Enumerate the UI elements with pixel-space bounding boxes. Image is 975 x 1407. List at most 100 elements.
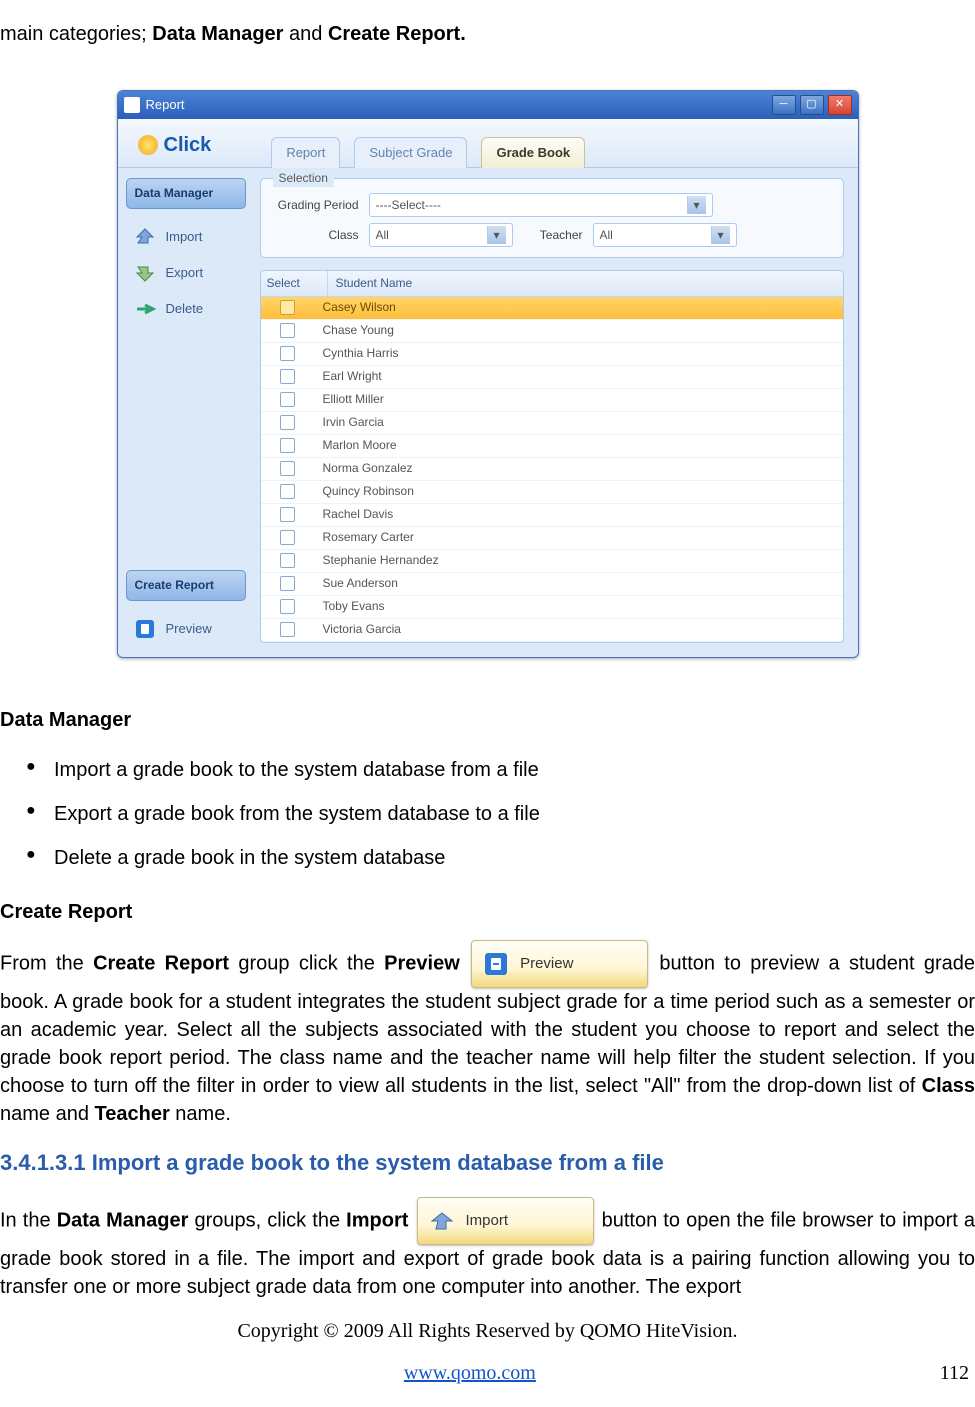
sidebar-item-import[interactable]: Import bbox=[126, 219, 246, 255]
teacher-select[interactable]: All ▾ bbox=[593, 223, 737, 247]
table-row[interactable]: Irvin Garcia bbox=[261, 412, 843, 435]
sidebar-item-preview[interactable]: Preview bbox=[126, 611, 246, 647]
app-window: Report ─ ▢ ✕ Click ReportSubject GradeGr… bbox=[117, 90, 859, 658]
table-row[interactable]: Cynthia Harris bbox=[261, 343, 843, 366]
sidebar-item-export[interactable]: Export bbox=[126, 255, 246, 291]
table-row[interactable]: Earl Wright bbox=[261, 366, 843, 389]
sidebar-head-data-manager[interactable]: Data Manager bbox=[126, 178, 246, 209]
site-link[interactable]: www.qomo.com bbox=[404, 1359, 536, 1387]
page-number: 112 bbox=[940, 1359, 969, 1387]
row-checkbox-cell[interactable] bbox=[261, 392, 315, 407]
checkbox-icon[interactable] bbox=[280, 438, 295, 453]
row-checkbox-cell[interactable] bbox=[261, 622, 315, 637]
tab-report[interactable]: Report bbox=[271, 137, 340, 168]
class-select[interactable]: All ▾ bbox=[369, 223, 513, 247]
col-name[interactable]: Student Name bbox=[328, 271, 843, 296]
checkbox-icon[interactable] bbox=[280, 323, 295, 338]
close-button[interactable]: ✕ bbox=[828, 95, 852, 115]
grading-period-select[interactable]: ----Select---- ▾ bbox=[369, 193, 713, 217]
sidebar-item-label: Delete bbox=[166, 300, 204, 318]
main-area: Selection Grading Period ----Select---- … bbox=[254, 168, 858, 657]
create-report-paragraph: From the Create Report group click the P… bbox=[0, 940, 975, 1128]
checkbox-icon[interactable] bbox=[280, 461, 295, 476]
table-row[interactable]: Toby Evans bbox=[261, 596, 843, 619]
row-checkbox-cell[interactable] bbox=[261, 300, 315, 315]
row-checkbox-cell[interactable] bbox=[261, 461, 315, 476]
grading-period-value: ----Select---- bbox=[376, 197, 441, 214]
sidebar-item-label: Preview bbox=[166, 620, 212, 638]
teacher-label: Teacher bbox=[523, 227, 583, 244]
preview-button-label: Preview bbox=[520, 953, 573, 974]
table-row[interactable]: Casey Wilson bbox=[261, 297, 843, 320]
checkbox-icon[interactable] bbox=[280, 392, 295, 407]
table-row[interactable]: Quincy Robinson bbox=[261, 481, 843, 504]
row-checkbox-cell[interactable] bbox=[261, 599, 315, 614]
row-checkbox-cell[interactable] bbox=[261, 346, 315, 361]
chevron-down-icon: ▾ bbox=[687, 196, 706, 214]
table-row[interactable]: Marlon Moore bbox=[261, 435, 843, 458]
checkbox-icon[interactable] bbox=[280, 530, 295, 545]
sidebar-item-delete[interactable]: Delete bbox=[126, 291, 246, 327]
list-item: Delete a grade book in the system databa… bbox=[0, 836, 975, 880]
table-row[interactable]: Rosemary Carter bbox=[261, 527, 843, 550]
checkbox-icon[interactable] bbox=[280, 576, 295, 591]
student-name: Rachel Davis bbox=[315, 506, 843, 523]
chevron-down-icon: ▾ bbox=[711, 226, 730, 244]
sidebar-item-label: Export bbox=[166, 264, 204, 282]
checkbox-icon[interactable] bbox=[280, 599, 295, 614]
row-checkbox-cell[interactable] bbox=[261, 530, 315, 545]
row-checkbox-cell[interactable] bbox=[261, 438, 315, 453]
intro-mid: and bbox=[283, 23, 327, 45]
row-checkbox-cell[interactable] bbox=[261, 484, 315, 499]
maximize-button[interactable]: ▢ bbox=[800, 95, 824, 115]
import-button-inline[interactable]: Import bbox=[417, 1197, 594, 1245]
student-name: Elliott Miller bbox=[315, 391, 843, 408]
row-checkbox-cell[interactable] bbox=[261, 553, 315, 568]
table-row[interactable]: Sue Anderson bbox=[261, 573, 843, 596]
delete-icon bbox=[132, 296, 158, 322]
data-manager-list: Import a grade book to the system databa… bbox=[0, 748, 975, 880]
minimize-button[interactable]: ─ bbox=[772, 95, 796, 115]
student-name: Irvin Garcia bbox=[315, 414, 843, 431]
row-checkbox-cell[interactable] bbox=[261, 415, 315, 430]
checkbox-icon[interactable] bbox=[280, 507, 295, 522]
student-table: Select Student Name Casey Wilson Chase Yo… bbox=[260, 270, 844, 643]
table-row[interactable]: Victoria Garcia bbox=[261, 619, 843, 642]
student-name: Toby Evans bbox=[315, 598, 843, 615]
checkbox-icon[interactable] bbox=[280, 415, 295, 430]
row-checkbox-cell[interactable] bbox=[261, 507, 315, 522]
student-name: Sue Anderson bbox=[315, 575, 843, 592]
checkbox-icon[interactable] bbox=[280, 300, 295, 315]
class-label: Class bbox=[271, 227, 359, 244]
tab-grade-book[interactable]: Grade Book bbox=[481, 137, 585, 168]
sidebar-item-label: Import bbox=[166, 228, 203, 246]
logo-icon bbox=[138, 135, 158, 155]
heading-create-report: Create Report bbox=[0, 898, 975, 926]
col-select[interactable]: Select bbox=[261, 271, 328, 296]
footer-row: www.qomo.com 112 bbox=[0, 1359, 975, 1387]
row-checkbox-cell[interactable] bbox=[261, 576, 315, 591]
student-name: Marlon Moore bbox=[315, 437, 843, 454]
preview-button-inline[interactable]: Preview bbox=[471, 940, 648, 988]
student-name: Rosemary Carter bbox=[315, 529, 843, 546]
row-checkbox-cell[interactable] bbox=[261, 323, 315, 338]
brand-row: Click ReportSubject GradeGrade Book bbox=[118, 119, 858, 168]
teacher-value: All bbox=[600, 227, 613, 244]
sidebar-head-create-report[interactable]: Create Report bbox=[126, 570, 246, 601]
grading-period-label: Grading Period bbox=[271, 197, 359, 214]
checkbox-icon[interactable] bbox=[280, 369, 295, 384]
checkbox-icon[interactable] bbox=[280, 346, 295, 361]
checkbox-icon[interactable] bbox=[280, 553, 295, 568]
table-row[interactable]: Elliott Miller bbox=[261, 389, 843, 412]
table-row[interactable]: Rachel Davis bbox=[261, 504, 843, 527]
table-row[interactable]: Stephanie Hernandez bbox=[261, 550, 843, 573]
intro-pre: main categories; bbox=[0, 23, 152, 45]
selection-legend: Selection bbox=[273, 170, 334, 187]
checkbox-icon[interactable] bbox=[280, 622, 295, 637]
table-row[interactable]: Norma Gonzalez bbox=[261, 458, 843, 481]
tab-subject-grade[interactable]: Subject Grade bbox=[354, 137, 467, 168]
checkbox-icon[interactable] bbox=[280, 484, 295, 499]
row-checkbox-cell[interactable] bbox=[261, 369, 315, 384]
table-row[interactable]: Chase Young bbox=[261, 320, 843, 343]
student-name: Casey Wilson bbox=[315, 299, 843, 316]
